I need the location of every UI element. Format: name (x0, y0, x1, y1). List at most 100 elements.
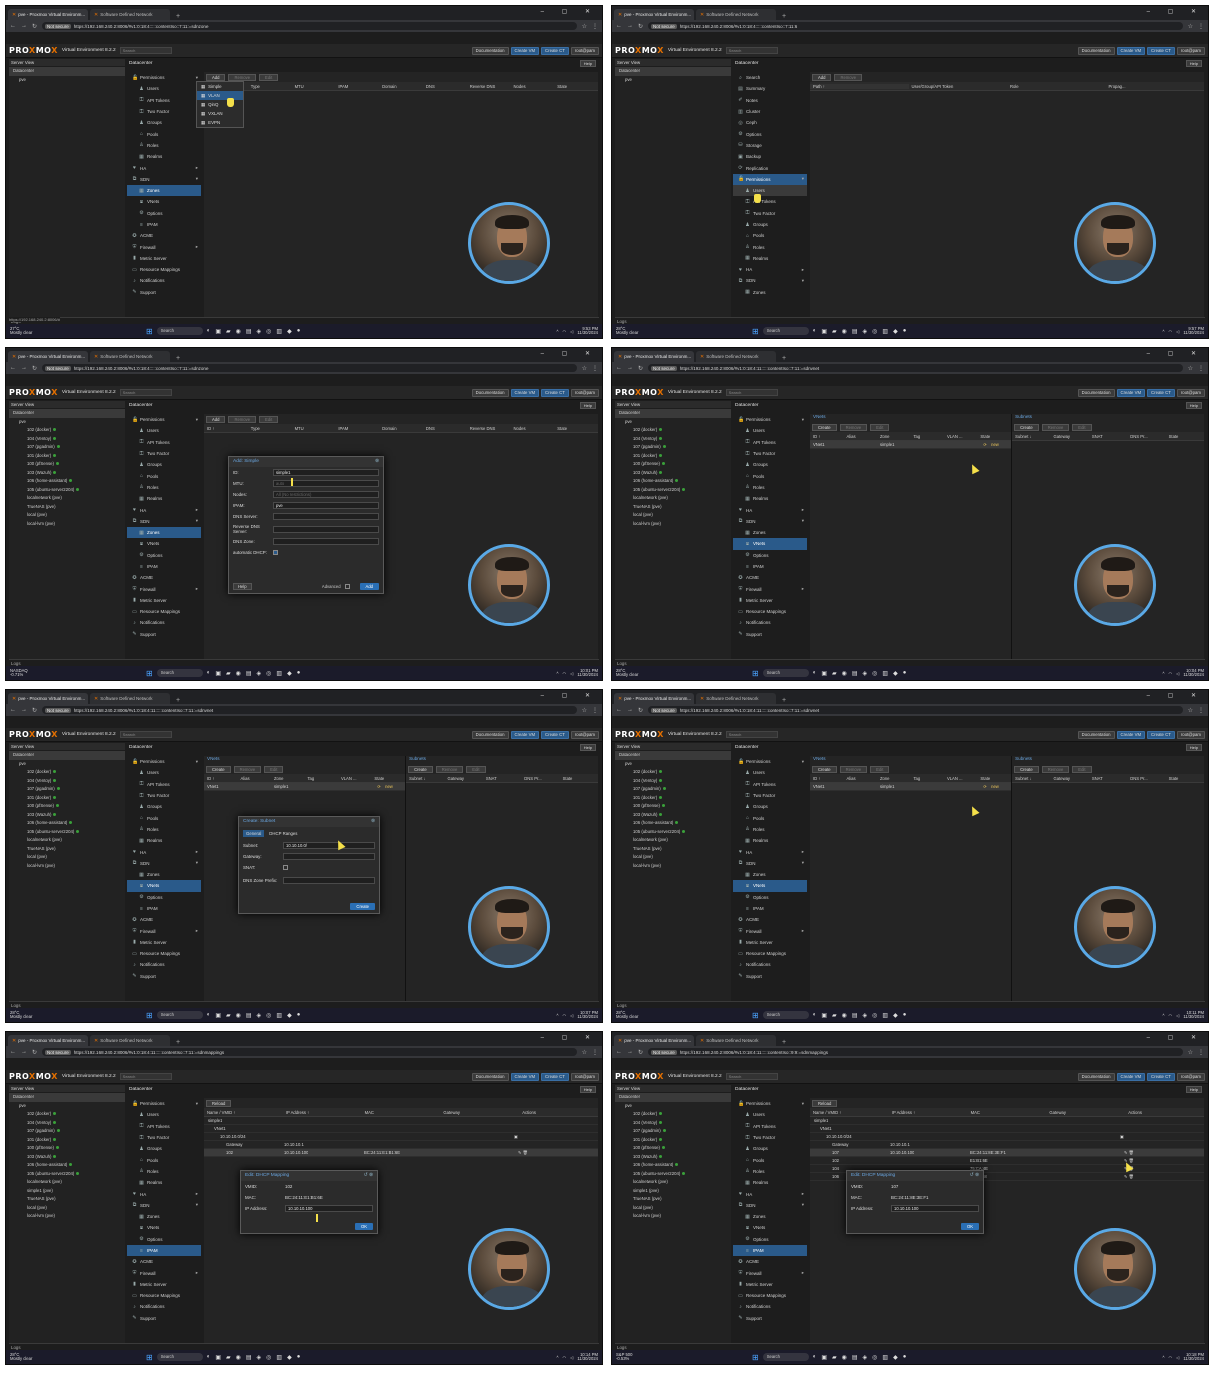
menu-item-options[interactable]: ⚙ Options (733, 892, 807, 903)
menu-item-realms[interactable]: ▦ Realms (733, 493, 807, 504)
reload-icon[interactable]: ↻ (32, 365, 37, 372)
bookmark-star-icon[interactable]: ☆ (1188, 365, 1193, 372)
window-controls-icon[interactable]: – ▢ ✕ (541, 8, 598, 15)
add-button[interactable]: Add (206, 73, 226, 81)
window-controls-icon[interactable]: – ▢ ✕ (1147, 1034, 1204, 1041)
automatic-dhcp-checkbox[interactable] (273, 550, 278, 555)
documentation-button[interactable]: Documentation (471, 388, 509, 397)
subnet-input[interactable]: 10.10.10.0/ (283, 842, 375, 849)
ipam-row[interactable]: VNet1 (810, 1125, 1204, 1133)
chrome-icon[interactable]: ◎ (266, 328, 271, 335)
url-field[interactable]: Not secure https://192.168.240.2:8006/#v… (42, 364, 577, 372)
help-button[interactable]: Help (579, 402, 596, 409)
tree-node[interactable]: localnetwork (pve) (615, 494, 731, 503)
wifi-icon[interactable]: ◠ (562, 1013, 566, 1018)
wifi-icon[interactable]: ◠ (562, 671, 566, 676)
menu-dots-icon[interactable]: ⋮ (592, 23, 598, 30)
server-view-selector[interactable]: Server View (9, 743, 125, 750)
file-explorer-icon[interactable]: ▰ (226, 670, 231, 677)
user-menu-button[interactable]: root@pam (570, 730, 599, 739)
menu-item-ha[interactable]: ♥ HA ▸ (733, 504, 807, 515)
menu-item-api-tokens[interactable]: ⚿ API Tokens (127, 779, 201, 790)
column-header-cell[interactable]: User/Group/API Token (909, 84, 1008, 89)
menu-item-zones[interactable]: ▦ Zones (733, 527, 807, 538)
menu-item-cluster[interactable]: ▥ Cluster (733, 106, 807, 117)
zone-field-1[interactable]: auto (273, 480, 379, 487)
menu-item-firewall[interactable]: ⛨ Firewall ▸ (733, 1267, 807, 1278)
help-button[interactable]: Help (579, 1086, 596, 1093)
search-input[interactable]: Search (725, 47, 778, 54)
weather-widget[interactable]: 28°C Mostly clear (616, 1010, 656, 1020)
create-vm-button[interactable]: Create VM (1116, 1072, 1146, 1081)
menu-item-realms[interactable]: ▦ Realms (127, 493, 201, 504)
menu-item-two-factor[interactable]: ⚿ Two Factor (733, 208, 807, 219)
browser-tab-pve[interactable]: ✕ pve - Proxmox Virtual Environm... (8, 1035, 88, 1046)
tree-node[interactable]: 103 (Wazuh) (615, 811, 731, 820)
tree-node[interactable]: 106 (home-assistant) (615, 477, 731, 486)
column-header-cell[interactable]: Type (248, 426, 292, 431)
tree-node[interactable]: TrueNAS (pve) (615, 845, 731, 854)
gateway-input[interactable] (283, 853, 375, 860)
taskbar-search[interactable]: Search (156, 327, 203, 335)
task-view-icon[interactable]: ▣ (215, 670, 221, 677)
obs-icon[interactable]: ● (903, 328, 907, 335)
menu-item-summary[interactable]: ▤ Summary (733, 83, 807, 94)
menu-item-sdn[interactable]: ⧉ SDN ▾ (733, 275, 807, 286)
remove-vnet-button[interactable]: Remove (839, 423, 868, 431)
column-header-cell[interactable]: Gateway (1046, 1110, 1125, 1115)
column-header-cell[interactable]: Subnet ↓ (406, 776, 444, 781)
menu-item-resource-mappings[interactable]: ▭ Resource Mappings (127, 606, 201, 617)
reload-icon[interactable]: ↻ (638, 707, 643, 714)
menu-item-users[interactable]: ♟ Users (127, 83, 201, 94)
menu-item-ha[interactable]: ♥ HA ▸ (733, 1188, 807, 1199)
wifi-icon[interactable]: ◠ (1168, 1013, 1172, 1018)
create-ct-button[interactable]: Create CT (541, 730, 569, 739)
user-menu-button[interactable]: root@pam (570, 1072, 599, 1081)
new-tab-icon[interactable]: + (172, 1039, 184, 1046)
menu-item-zones[interactable]: ▦ Zones (733, 1211, 807, 1222)
volume-icon[interactable]: ◁ (1176, 1355, 1179, 1360)
tree-node[interactable]: pve (615, 760, 731, 769)
tree-node[interactable]: Datacenter (615, 409, 731, 418)
menu-item-groups[interactable]: ♟ Groups (127, 459, 201, 470)
remove-subnet-button[interactable]: Remove (1041, 423, 1070, 431)
menu-item-ipam[interactable]: ≡ IPAM (733, 903, 807, 914)
forward-icon[interactable]: → (627, 1049, 633, 1055)
ip-address-input[interactable]: 10.10.10.100 (891, 1205, 979, 1212)
browser-tab-pve[interactable]: ✕ pve - Proxmox Virtual Environm... (614, 351, 694, 362)
menu-item-firewall[interactable]: ⛨ Firewall ▸ (127, 241, 201, 252)
create-vm-button[interactable]: Create VM (1116, 730, 1146, 739)
table-row[interactable]: 102 10.10.10.100 BC:24:11:E1:B1:6E ✎ 🗑 (204, 1149, 598, 1157)
url-field[interactable]: Not secure https://192.168.240.2:8006/#v… (42, 706, 577, 714)
weather-widget[interactable]: 28°C Mostly clear (10, 1352, 50, 1362)
new-tab-icon[interactable]: + (778, 355, 790, 362)
menu-item-options[interactable]: ⚙ Options (127, 550, 201, 561)
menu-item-vnets[interactable]: ⧈ VNets (733, 880, 807, 892)
zone-type-option[interactable]: ▦ Simple (197, 82, 243, 91)
menu-item-support[interactable]: ✎ Support (127, 629, 201, 640)
wifi-icon[interactable]: ◠ (1168, 1355, 1172, 1360)
edge-icon[interactable]: ◉ (842, 1354, 847, 1361)
menu-item-metric-server[interactable]: ▮ Metric Server (733, 937, 807, 948)
bookmark-star-icon[interactable]: ☆ (1188, 707, 1193, 714)
edit-subnet-button[interactable]: Edit (1072, 765, 1092, 773)
column-header-cell[interactable]: Nodes (510, 426, 554, 431)
ok-button[interactable]: OK (354, 1222, 373, 1230)
menu-item-firewall[interactable]: ⛨ Firewall ▸ (733, 583, 807, 594)
menu-item-permissions[interactable]: 🔓 Permissions ▾ (127, 756, 201, 767)
teams-icon[interactable]: ◈ (863, 328, 868, 335)
menu-item-realms[interactable]: ▦ Realms (733, 835, 807, 846)
task-view-icon[interactable]: ▣ (821, 670, 827, 677)
search-input[interactable]: Search (119, 389, 172, 396)
menu-item-roles[interactable]: ♙ Roles (127, 140, 201, 151)
vscode-icon[interactable]: ◆ (893, 1354, 898, 1361)
weather-widget[interactable]: S&P 500 -0.53% (616, 1352, 656, 1362)
copilot-icon[interactable]: ◐ (813, 1354, 817, 1361)
new-tab-icon[interactable]: + (778, 1039, 790, 1046)
task-view-icon[interactable]: ▣ (821, 1354, 827, 1361)
tree-node[interactable]: 106 (home-assistant) (9, 477, 125, 486)
taskbar-search[interactable]: Search (762, 327, 809, 335)
menu-item-two-factor[interactable]: ⚿ Two Factor (127, 790, 201, 801)
column-header-cell[interactable]: Actions (519, 1110, 598, 1115)
menu-item-api-tokens[interactable]: ⚿ API Tokens (733, 779, 807, 790)
